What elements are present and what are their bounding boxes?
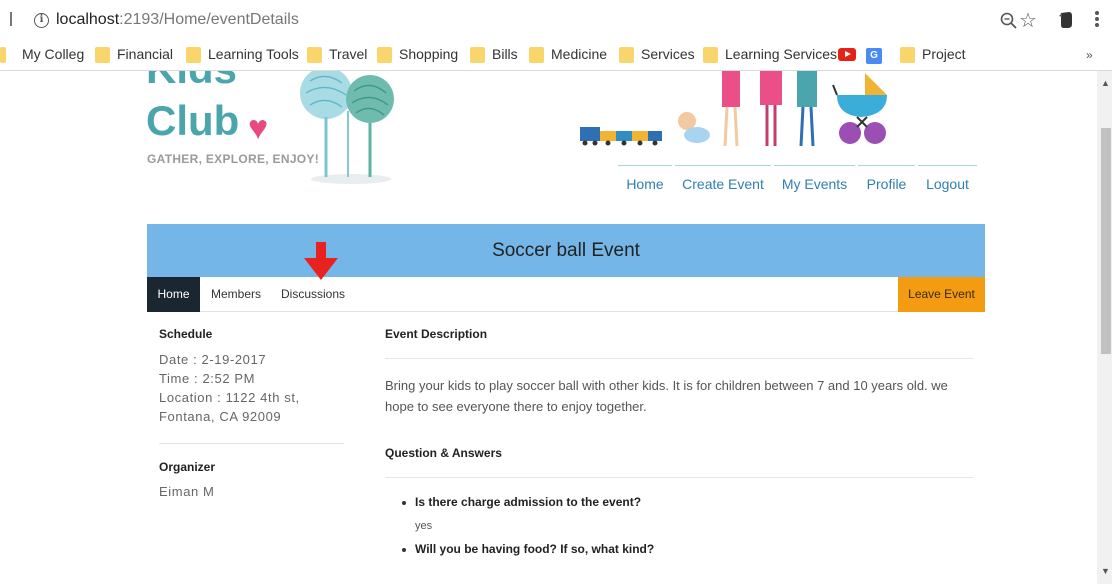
description-line2: hope to see everyone there to enjoy toge… — [385, 399, 647, 414]
schedule-location-line2: Fontana, CA 92009 — [159, 409, 282, 424]
bookmarks-bar: My Colleg Financial Learning Tools Trave… — [0, 40, 1112, 71]
browser-menu-icon[interactable] — [1094, 10, 1100, 30]
folder-icon — [529, 47, 544, 63]
qa-question: Will you be having food? If so, what kin… — [402, 542, 973, 556]
folder-icon — [307, 47, 322, 63]
event-title: Soccer ball Event — [492, 240, 640, 261]
event-title-bar: Soccer ball Event — [147, 224, 985, 277]
tagline: GATHER, EXPLORE, ENJOY! — [147, 152, 320, 166]
description-heading: Event Description — [385, 327, 488, 341]
qa-question: Is there charge admission to the event? — [402, 495, 973, 509]
qa-list: Is there charge admission to the event? … — [385, 495, 973, 556]
heart-icon: ♥ — [248, 109, 269, 147]
bookmark-shopping[interactable]: Shopping — [399, 46, 458, 62]
family-illustration — [580, 71, 887, 147]
bookmark-learning-services[interactable]: Learning Services — [725, 46, 837, 62]
scroll-down-icon[interactable]: ▼ — [1101, 566, 1110, 576]
tab-members[interactable]: Members — [204, 277, 268, 312]
nav-logout[interactable]: Logout — [918, 165, 977, 195]
event-tabs: Home Members Discussions Leave Event — [147, 277, 985, 312]
nav-my-events[interactable]: My Events — [774, 165, 855, 195]
google-translate-icon[interactable]: G — [866, 48, 882, 64]
event-sidebar: Schedule Date : 2-19-2017 Time : 2:52 PM… — [159, 327, 344, 501]
annotation-arrow-icon — [304, 242, 338, 280]
bookmark-my-colleg[interactable]: My Colleg — [22, 46, 84, 62]
schedule-heading: Schedule — [159, 327, 213, 341]
logo-text-top[interactable]: Kids — [146, 71, 237, 93]
description-line1: Bring your kids to play soccer ball with… — [385, 378, 948, 393]
scrollbar-thumb[interactable] — [1101, 128, 1111, 354]
folder-icon — [186, 47, 201, 63]
leave-event-button[interactable]: Leave Event — [898, 277, 985, 312]
more-bookmarks-button[interactable]: » — [1086, 48, 1093, 62]
nav-create-event[interactable]: Create Event — [675, 165, 771, 195]
window-edge — [10, 12, 12, 26]
youtube-icon[interactable] — [838, 48, 856, 61]
folder-icon — [377, 47, 392, 63]
bookmark-travel[interactable]: Travel — [329, 46, 367, 62]
bookmark-star-icon[interactable]: ☆ — [1019, 8, 1037, 32]
qa-answer: yes — [415, 520, 433, 532]
nav-home[interactable]: Home — [618, 165, 672, 195]
scroll-up-icon[interactable]: ▲ — [1101, 78, 1110, 88]
bookmark-bills[interactable]: Bills — [492, 46, 518, 62]
browser-address-bar: i localhost:2193/Home/eventDetails ☆ — [0, 0, 1112, 40]
tab-discussions[interactable]: Discussions — [278, 277, 348, 312]
bookmark-project[interactable]: Project — [922, 46, 966, 62]
schedule-time: Time : 2:52 PM — [159, 371, 256, 386]
info-icon[interactable]: i — [34, 13, 49, 28]
bookmark-learning-tools[interactable]: Learning Tools — [208, 46, 299, 62]
logo-text-club[interactable]: Club — [146, 97, 239, 145]
schedule-location-line1: Location : 1122 4th st, — [159, 390, 300, 405]
bookmark-financial[interactable]: Financial — [117, 46, 173, 62]
folder-icon — [703, 47, 718, 63]
schedule-date: Date : 2-19-2017 — [159, 352, 267, 367]
tab-home[interactable]: Home — [147, 277, 200, 312]
folder-icon — [470, 47, 485, 63]
web-page: Kids Club ♥ GATHER, EXPLORE, ENJOY! — [0, 71, 1097, 584]
bookmark-medicine[interactable]: Medicine — [551, 46, 607, 62]
organizer-heading: Organizer — [159, 460, 216, 474]
zoom-icon[interactable] — [999, 11, 1019, 31]
bookmark-services[interactable]: Services — [641, 46, 695, 62]
bullet-icon — [402, 547, 406, 552]
trees-illustration — [300, 71, 394, 184]
event-main-content: Event Description Bring your kids to pla… — [385, 327, 973, 556]
url-field[interactable]: localhost:2193/Home/eventDetails — [56, 11, 299, 29]
organizer-name[interactable]: Eiman M — [159, 482, 344, 501]
bullet-icon — [402, 500, 406, 505]
folder-icon — [0, 47, 6, 63]
qa-heading: Question & Answers — [385, 446, 502, 460]
folder-icon — [619, 47, 634, 63]
folder-icon — [900, 47, 915, 63]
evernote-extension-icon[interactable] — [1058, 11, 1074, 29]
folder-icon — [95, 47, 110, 63]
nav-profile[interactable]: Profile — [858, 165, 915, 195]
